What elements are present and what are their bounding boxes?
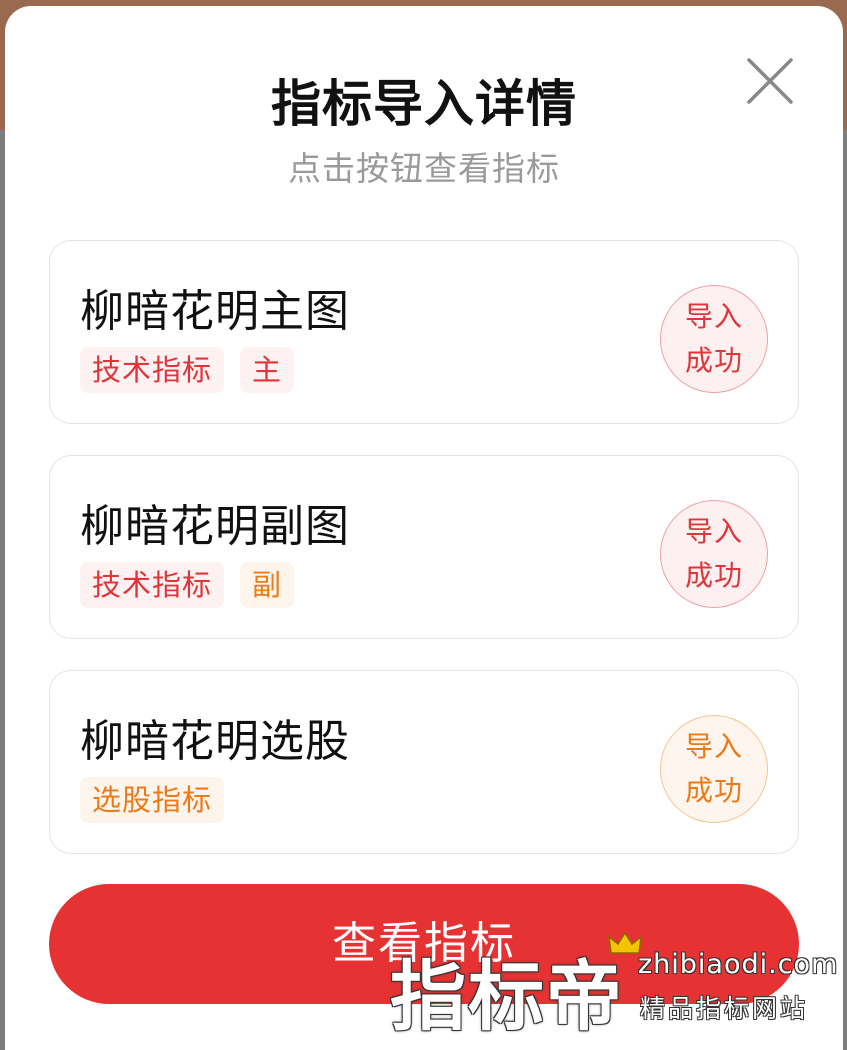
stamp-line2: 成功 bbox=[684, 559, 743, 592]
dialog-subtitle: 点击按钮查看指标 bbox=[288, 149, 560, 188]
tag-chart: 副 bbox=[240, 562, 295, 608]
stamp-line2: 成功 bbox=[684, 774, 743, 807]
stamp-line1: 导入 bbox=[684, 300, 743, 333]
indicator-card: 柳暗花明主图 技术指标 主 导入 成功 bbox=[49, 240, 799, 424]
stamp-line1: 导入 bbox=[684, 515, 743, 548]
watermark-url: zhibiaodi.com bbox=[638, 949, 839, 980]
indicator-tags: 技术指标 副 bbox=[80, 562, 295, 608]
tag-chart: 主 bbox=[240, 347, 295, 393]
indicator-name: 柳暗花明副图 bbox=[80, 501, 350, 552]
watermark: 指标帝 zhibiaodi.com 精品指标网站 bbox=[390, 931, 840, 1041]
tag-type: 选股指标 bbox=[80, 777, 225, 823]
stamp-line2: 成功 bbox=[684, 344, 743, 377]
crown-icon bbox=[608, 931, 642, 954]
tag-type: 技术指标 bbox=[80, 347, 225, 393]
tag-type: 技术指标 bbox=[80, 562, 225, 608]
indicator-tags: 技术指标 主 bbox=[80, 347, 295, 393]
watermark-brand: 指标帝 bbox=[390, 952, 624, 1041]
indicator-name: 柳暗花明主图 bbox=[80, 286, 350, 337]
import-success-stamp: 导入 成功 bbox=[660, 285, 768, 393]
import-details-dialog: 指标导入详情 点击按钮查看指标 柳暗花明主图 技术指标 主 导入 成功 柳暗花明… bbox=[5, 6, 843, 1050]
indicator-card: 柳暗花明副图 技术指标 副 导入 成功 bbox=[49, 455, 799, 639]
import-success-stamp: 导入 成功 bbox=[660, 715, 768, 823]
stamp-line1: 导入 bbox=[684, 730, 743, 763]
indicator-list: 柳暗花明主图 技术指标 主 导入 成功 柳暗花明副图 技术指标 副 导入 成功 bbox=[49, 240, 799, 885]
close-button[interactable] bbox=[745, 56, 795, 106]
close-icon bbox=[747, 58, 793, 104]
import-success-stamp: 导入 成功 bbox=[660, 500, 768, 608]
indicator-card: 柳暗花明选股 选股指标 导入 成功 bbox=[49, 670, 799, 854]
indicator-name: 柳暗花明选股 bbox=[80, 716, 350, 767]
indicator-tags: 选股指标 bbox=[80, 777, 225, 823]
watermark-slogan: 精品指标网站 bbox=[640, 994, 809, 1023]
dialog-title: 指标导入详情 bbox=[271, 75, 577, 133]
